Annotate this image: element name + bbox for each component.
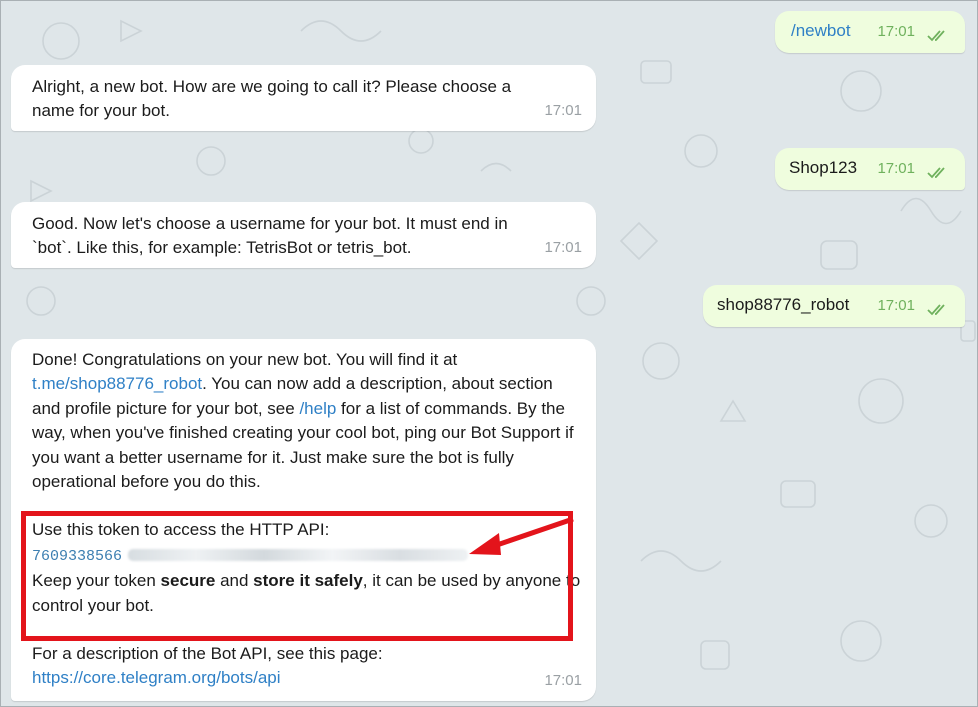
help-command-link[interactable]: /help	[299, 399, 336, 418]
message-time: 17:01	[544, 101, 582, 119]
message-time: 17:01	[877, 296, 915, 314]
message-text: Shop123	[789, 158, 858, 177]
message-text: Alright, a new bot. How are we going to …	[32, 77, 512, 121]
outgoing-message-newbot[interactable]: /newbot 17:01	[775, 11, 965, 53]
double-check-icon	[927, 167, 945, 179]
api-intro: For a description of the Bot API, see th…	[32, 644, 383, 664]
message-time: 17:01	[877, 22, 915, 40]
bot-link[interactable]: t.me/shop88776_robot	[32, 374, 202, 393]
congratulations-paragraph: Done! Congratulations on your new bot. Y…	[32, 348, 584, 494]
newbot-command-text[interactable]: /newbot	[791, 19, 851, 43]
incoming-message-choose-name[interactable]: Alright, a new bot. How are we going to …	[11, 65, 596, 131]
incoming-message-choose-username[interactable]: Good. Now let's choose a username for yo…	[11, 202, 596, 268]
double-check-icon	[927, 304, 945, 316]
annotation-arrow-icon	[469, 516, 574, 555]
message-text: Good. Now let's choose a username for yo…	[32, 214, 508, 258]
message-time: 17:01	[877, 159, 915, 177]
message-text: shop88776_robot	[717, 295, 850, 314]
message-time: 17:01	[544, 238, 582, 256]
chat-area[interactable]: /newbot 17:01 Alright, a new bot. How ar…	[0, 0, 978, 707]
double-check-icon	[927, 30, 945, 42]
message-time: 17:01	[544, 671, 582, 689]
bot-api-link[interactable]: https://core.telegram.org/bots/api	[32, 668, 281, 687]
outgoing-message-username[interactable]: shop88776_robot 17:01	[703, 285, 965, 327]
api-paragraph: https://core.telegram.org/bots/api	[32, 666, 584, 690]
text-segment: Done! Congratulations on your new bot. Y…	[32, 350, 458, 369]
outgoing-message-shop123[interactable]: Shop123 17:01	[775, 148, 965, 190]
